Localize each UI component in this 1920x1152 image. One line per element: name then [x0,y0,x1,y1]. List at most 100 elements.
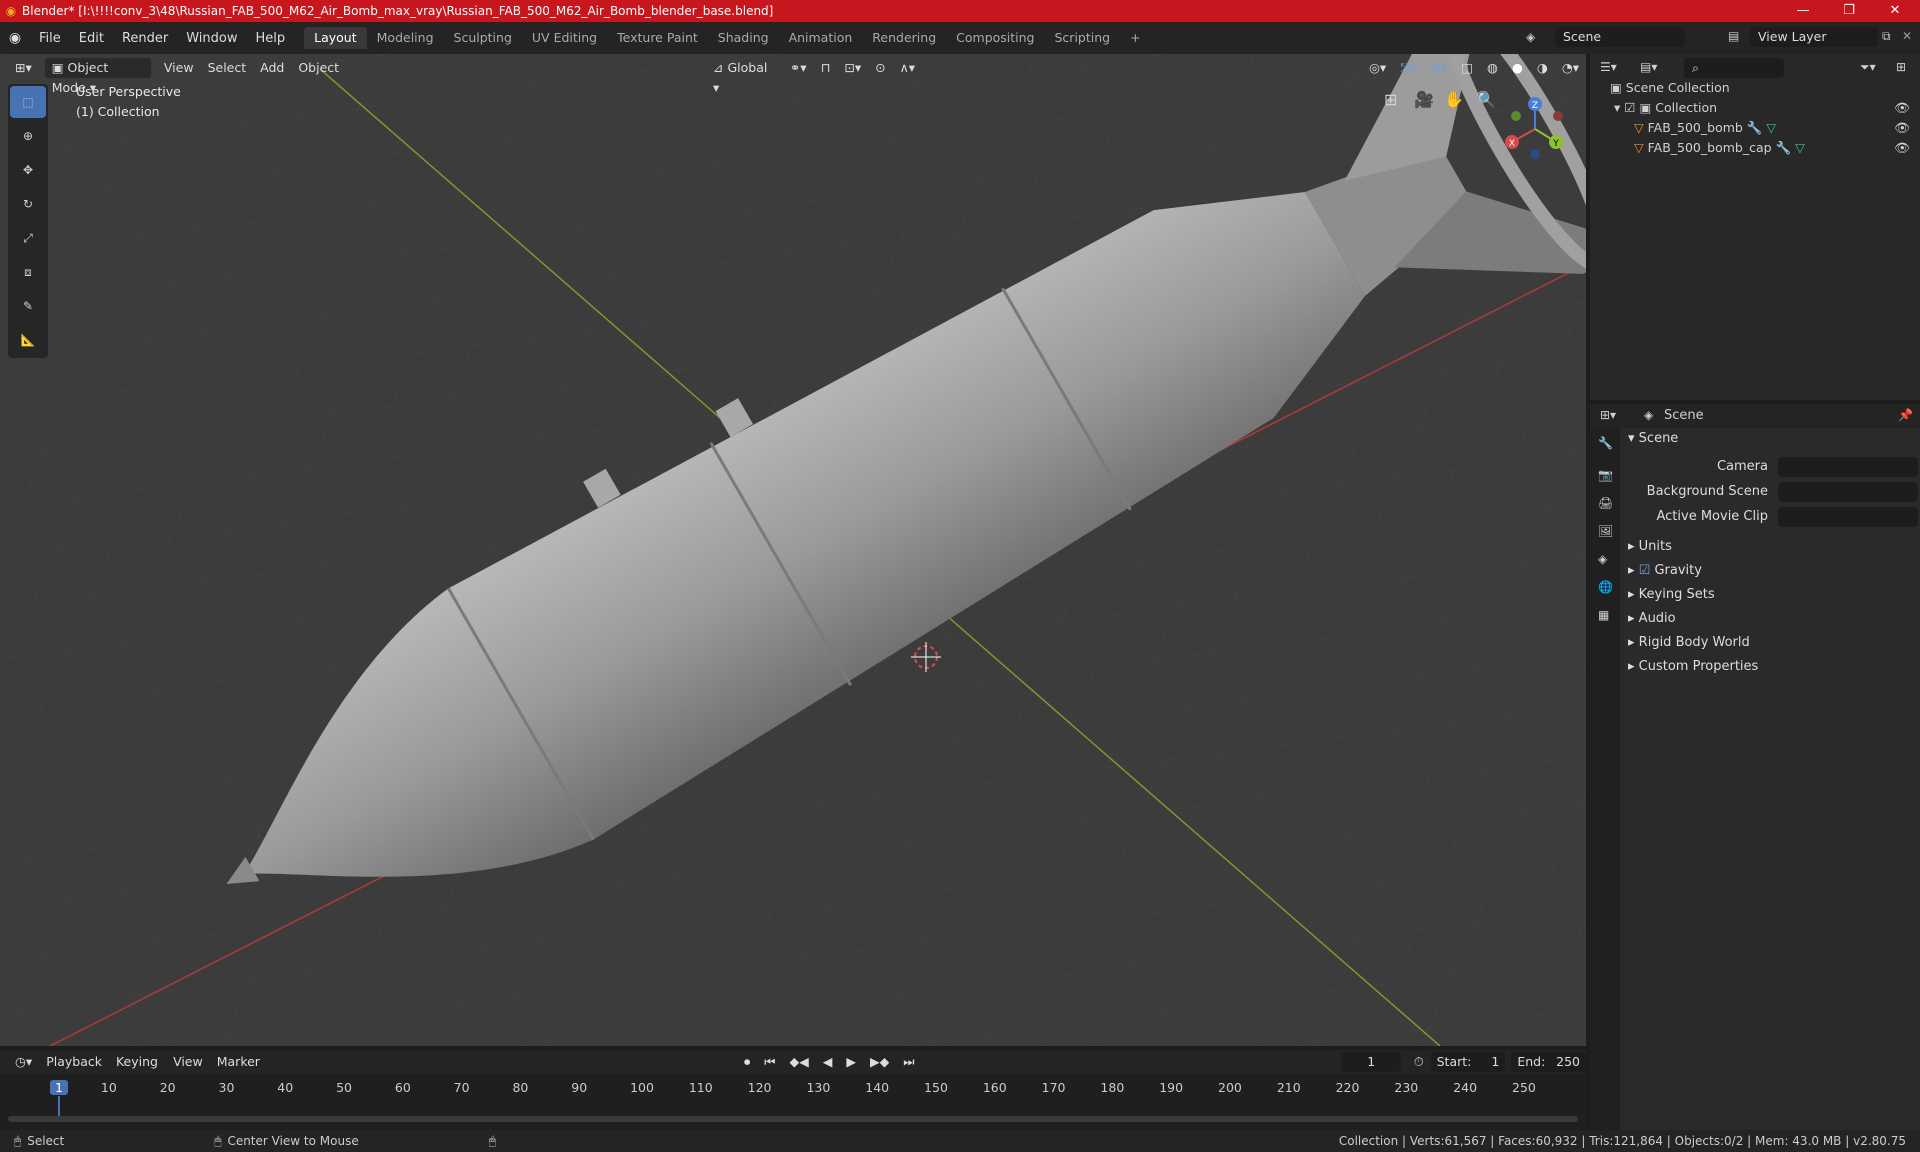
blender-menu-icon[interactable]: ◉ [0,30,30,46]
gravity-checkbox[interactable]: ☑ [1639,563,1651,578]
timeline-menu-marker[interactable]: Marker [210,1052,267,1072]
remove-viewlayer-icon[interactable]: ✕ [1902,29,1912,43]
pin-icon[interactable]: 📌 [1898,408,1913,422]
xray-icon[interactable]: ◫ [1454,58,1480,78]
minimize-button[interactable]: — [1780,0,1826,22]
viewport-menu-add[interactable]: Add [253,58,291,78]
snap-icon[interactable]: ⊓ [814,58,838,78]
render-tab-icon[interactable]: 📷 [1598,468,1613,492]
panel-gravity[interactable]: ▸ ☑ Gravity [1628,560,1920,582]
outliner-editor-type-icon[interactable]: ☰▾ [1600,60,1617,74]
viewport-menu-view[interactable]: View [157,58,201,78]
zoom-icon[interactable]: 🔍 [1476,90,1496,109]
outliner-object-row[interactable]: ▽ FAB_500_bomb_cap 🔧 ▽ 👁 [1634,138,1914,158]
timeline-menu-view[interactable]: View [166,1052,210,1072]
properties-editor-type-icon[interactable]: ⊞▾ [1600,408,1616,422]
close-button[interactable]: ✕ [1872,0,1918,22]
play-reverse-icon[interactable]: ◀ [816,1052,840,1072]
collection-checkbox[interactable]: ☑ [1624,100,1635,115]
view-layer-tab-icon[interactable]: 🖼 [1598,524,1613,548]
stopwatch-icon[interactable]: ⏱ [1407,1052,1431,1072]
shading-solid-icon[interactable]: ● [1505,58,1530,78]
playhead-line[interactable] [58,1096,60,1116]
annotate-tool-icon[interactable]: ✎ [10,290,46,322]
filter-icon[interactable]: ⏷▾ [1860,60,1876,75]
panel-custom-properties[interactable]: ▸ Custom Properties [1628,656,1920,678]
tab-animation[interactable]: Animation [779,27,863,49]
new-viewlayer-icon[interactable]: ⧉ [1882,29,1891,44]
scene-selector[interactable]: Scene [1555,27,1685,47]
viewlayer-browse-icon[interactable]: ▤ [1728,29,1739,43]
jump-keyframe-back-icon[interactable]: ◆◀ [782,1052,815,1072]
menu-window[interactable]: Window [177,31,246,46]
jump-start-icon[interactable]: ⏮ [757,1052,782,1072]
transform-tool-icon[interactable]: ⧈ [10,256,46,288]
new-collection-icon[interactable]: ⊞ [1896,60,1906,74]
measure-tool-icon[interactable]: 📐 [10,324,46,356]
current-frame-field[interactable]: 1 [1341,1052,1401,1072]
tab-uv-editing[interactable]: UV Editing [522,27,607,49]
tab-compositing[interactable]: Compositing [946,27,1044,49]
display-mode-icon[interactable]: ▤▾ [1640,60,1657,74]
panel-keying-sets[interactable]: ▸ Keying Sets [1628,584,1920,606]
scale-tool-icon[interactable]: ⤢ [10,222,46,254]
tab-scripting[interactable]: Scripting [1045,27,1121,49]
outliner-collection-row[interactable]: ▾ ☑ ▣ Collection 👁 [1614,98,1914,118]
menu-render[interactable]: Render [113,31,177,46]
camera-field[interactable] [1778,457,1918,477]
outliner-search-input[interactable]: ⌕ [1684,58,1784,78]
proportional-edit-icon[interactable]: ⊙ [868,58,892,78]
visibility-eye-icon[interactable]: 👁 [1894,98,1910,118]
start-frame-field[interactable]: Start: 1 [1430,1052,1506,1072]
menu-edit[interactable]: Edit [70,31,113,46]
timeline-scrollbar[interactable] [8,1116,1578,1122]
add-workspace-button[interactable]: + [1120,27,1150,49]
viewport-menu-select[interactable]: Select [201,58,254,78]
panel-rigid-body-world[interactable]: ▸ Rigid Body World [1628,632,1920,654]
maximize-button[interactable]: ❐ [1826,0,1872,22]
jump-keyframe-forward-icon[interactable]: ▶◆ [863,1052,896,1072]
proportional-falloff-icon[interactable]: ∧▾ [893,58,922,78]
viewport-menu-object[interactable]: Object [291,58,346,78]
world-tab-icon[interactable]: 🌐 [1598,580,1613,604]
snap-target-icon[interactable]: ⊡▾ [837,58,868,78]
viewlayer-selector[interactable]: View Layer [1750,27,1878,47]
transform-orientation-dropdown[interactable]: ⊿ Global ▾ [706,58,777,95]
tool-tab-icon[interactable]: 🔧 [1598,436,1613,460]
visibility-eye-icon[interactable]: 👁 [1894,118,1910,138]
play-icon[interactable]: ▶ [839,1052,863,1072]
timeline-editor-type-icon[interactable]: ◷▾ [8,1052,39,1072]
object-mode-dropdown[interactable]: ▣ Object Mode ▾ [44,58,151,95]
output-tab-icon[interactable]: 🖨 [1598,496,1613,520]
texture-tab-icon[interactable]: ▦ [1598,608,1612,632]
overlay-toggle-icon[interactable]: ⊚▾ [1423,58,1454,78]
tab-layout[interactable]: Layout [304,27,367,49]
expand-arrow-icon[interactable]: ▾ [1614,100,1620,115]
outliner-object-row[interactable]: ▽ FAB_500_bomb 🔧 ▽ 👁 [1634,118,1914,138]
timeline-menu-playback[interactable]: Playback ▾ [39,1052,109,1089]
navigation-gizmo[interactable]: Z X Y [1500,94,1570,164]
panel-units[interactable]: ▸ Units [1628,536,1920,558]
timeline-ruler[interactable]: 1 10 20 30 40 50 60 70 80 90 100 110 120 130 140 150 160… [0,1074,1586,1130]
select-box-tool-icon[interactable]: ⬚ [10,86,46,118]
camera-icon[interactable]: 🎥 [1414,90,1434,109]
jump-end-icon[interactable]: ⏭ [896,1052,921,1072]
outliner-scene-collection[interactable]: ▣ Scene Collection [1610,78,1730,98]
scene-tab-icon[interactable]: ◈ [1598,552,1612,576]
shading-rendered-icon[interactable]: ◔▾ [1555,58,1586,78]
cursor-tool-icon[interactable]: ⊕ [10,120,46,152]
panel-audio[interactable]: ▸ Audio [1628,608,1920,630]
editor-type-icon[interactable]: ⊞▾ [8,58,39,78]
menu-help[interactable]: Help [247,31,295,46]
tab-modeling[interactable]: Modeling [367,27,444,49]
pan-hand-icon[interactable]: ✋ [1444,90,1464,109]
scene-section-header[interactable]: ▾ Scene [1628,428,1920,450]
background-scene-field[interactable] [1778,482,1918,502]
menu-file[interactable]: File [30,31,70,46]
tab-sculpting[interactable]: Sculpting [444,27,522,49]
active-movie-clip-field[interactable] [1778,507,1918,527]
pivot-point-icon[interactable]: ⚭▾ [783,58,814,78]
scene-browse-icon[interactable]: ◈ [1526,30,1535,44]
3d-viewport[interactable]: ⊞▾ ▣ Object Mode ▾ View Select Add Objec… [0,54,1586,1046]
tab-shading[interactable]: Shading [708,27,779,49]
